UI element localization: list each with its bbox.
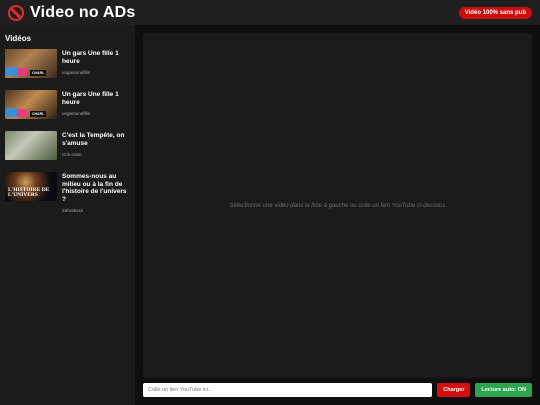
video-thumbnail: CHARL [5,49,57,78]
thumbnail-tag: CHARL [30,70,47,76]
brand: Video no ADs [8,4,136,22]
video-list-item[interactable]: CHARL Un gars Une fille 1 heure ungarsun… [5,90,130,119]
video-channel: Zebrakoss [62,208,84,213]
video-thumbnail [5,131,57,160]
video-sidebar: Vidéos CHARL Un gars Une fille 1 heure u… [0,25,135,405]
video-title: Un gars Une fille 1 heure [62,50,119,65]
video-channel: Cris-rosto [62,152,82,157]
video-channel: ungarsunefille [62,70,91,75]
video-title: Sommes-nous au milieu ou à la fin de l'h… [62,173,127,203]
sticker-icon [17,68,27,76]
autoplay-toggle-button[interactable]: Lecture auto: ON [475,383,532,397]
sticker-icon [17,109,27,117]
video-list-item[interactable]: C'est la Tempête, on s'amuse Cris-rosto [5,131,130,160]
video-thumbnail: CHARL [5,90,57,119]
youtube-url-input[interactable] [143,383,433,397]
load-button[interactable]: Charger [437,383,471,397]
ad-free-badge: Vidéo 100% sans pub [458,6,532,19]
no-entry-icon [8,4,24,21]
video-thumbnail: L'HISTOIRE DE L'UNIVERS [5,172,57,201]
video-channel: ungarsunefille [62,111,91,116]
video-title: C'est la Tempête, on s'amuse [62,132,125,147]
video-list-item[interactable]: L'HISTOIRE DE L'UNIVERS Sommes-nous au m… [5,172,130,213]
video-player[interactable]: Sélectionne une vidéo dans la liste à ga… [143,33,532,378]
video-title: Un gars Une fille 1 heure [62,91,119,106]
app-header: Video no ADs Vidéo 100% sans pub [0,0,540,25]
player-placeholder: Sélectionne une vidéo dans la liste à ga… [229,202,446,209]
thumbnail-tag: CHARL [30,111,47,117]
sidebar-title: Vidéos [5,34,32,43]
player-controls: Charger Lecture auto: ON [143,383,532,397]
video-list-item[interactable]: CHARL Un gars Une fille 1 heure ungarsun… [5,49,130,78]
thumbnail-caption: L'HISTOIRE DE L'UNIVERS [8,187,50,198]
app-title: Video no ADs [30,3,136,21]
